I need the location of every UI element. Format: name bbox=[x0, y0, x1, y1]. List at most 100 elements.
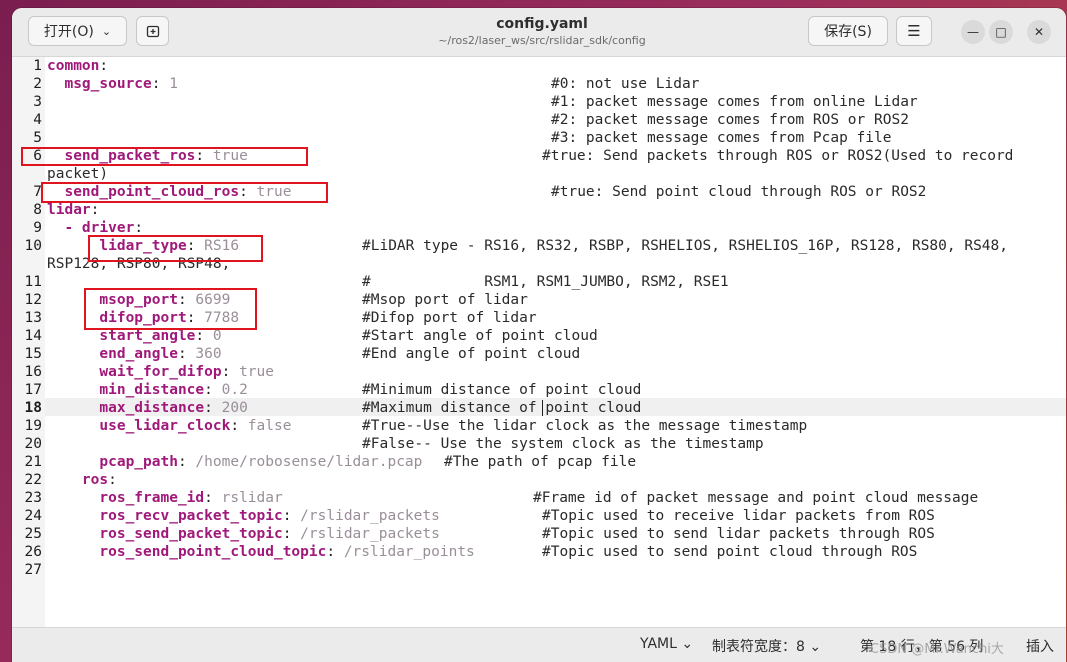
code-line[interactable]: 2 msg_source: 1 #0: not use Lidar bbox=[12, 75, 1066, 93]
yaml-comment: #False-- Use the system clock as the tim… bbox=[362, 436, 764, 452]
header-bar: 打开(O) ⌄ config.yaml ~/ros2/laser_ws/src/… bbox=[12, 8, 1066, 57]
minimize-icon: — bbox=[967, 25, 979, 39]
line-number: 25 bbox=[24, 526, 42, 542]
yaml-separator: : bbox=[99, 58, 109, 74]
highlight-box-ports bbox=[84, 288, 257, 330]
open-label: 打开(O) bbox=[43, 24, 94, 40]
code-line[interactable]: 17 min_distance: 0.2 #Minimum distance of… bbox=[12, 381, 1066, 399]
code-line[interactable]: 26 ros_send_point_cloud_topic: /rslidar_… bbox=[12, 543, 1066, 561]
status-bar: YAML ⌄ 制表符宽度：8 ⌄ 第 18 行，第 56 列 插入 CSDN @… bbox=[12, 627, 1066, 662]
yaml-comment: #Difop port of lidar bbox=[362, 310, 537, 326]
code-line[interactable]: 27 bbox=[12, 561, 1066, 579]
code-line-current[interactable]: 18 max_distance: 200 #Maximum distance of… bbox=[12, 399, 1066, 417]
line-number: 27 bbox=[24, 562, 42, 578]
code-line[interactable]: 19 use_lidar_clock: false #True--Use the … bbox=[12, 417, 1066, 435]
close-button[interactable]: ✕ bbox=[1027, 20, 1051, 44]
yaml-value: 1 bbox=[169, 76, 178, 92]
yaml-key: wait_for_difop bbox=[47, 364, 222, 380]
line-number: 11 bbox=[24, 274, 42, 290]
yaml-comment: #True--Use the lidar clock as the messag… bbox=[362, 418, 808, 434]
yaml-comment: #Start angle of point cloud bbox=[362, 328, 598, 344]
line-number: 9 bbox=[33, 220, 42, 236]
tab-width-selector[interactable]: 制表符宽度：8 ⌄ bbox=[712, 636, 821, 656]
maximize-button[interactable]: □ bbox=[989, 20, 1013, 44]
yaml-comment: #Topic used to send lidar packets throug… bbox=[542, 526, 935, 542]
highlight-box-lidar-type bbox=[88, 235, 263, 262]
code-line[interactable]: 5 #3: packet message comes from Pcap file bbox=[12, 129, 1066, 147]
watermark: CSDN @Mr.Wanchi大 bbox=[870, 642, 1004, 657]
yaml-comment: #Frame id of packet message and point cl… bbox=[533, 490, 979, 506]
yaml-comment: #0: not use Lidar bbox=[551, 76, 700, 92]
line-number: 15 bbox=[24, 346, 42, 362]
text-editor[interactable]: 1 common: 2 msg_source: 1 #0: not use Lida… bbox=[12, 57, 1066, 628]
code-line[interactable]: 16 wait_for_difop: true bbox=[12, 363, 1066, 381]
yaml-value: 0.2 bbox=[221, 382, 248, 398]
line-number: 19 bbox=[24, 418, 42, 434]
line-number: 4 bbox=[33, 112, 42, 128]
code-line[interactable]: 25 ros_send_packet_topic: /rslidar_packe… bbox=[12, 525, 1066, 543]
new-tab-button[interactable] bbox=[136, 16, 169, 46]
tab-width-label: 制表符宽度：8 bbox=[712, 639, 805, 655]
yaml-comment: #Maximum distance of point cloud bbox=[362, 400, 642, 416]
yaml-value: /rslidar_points bbox=[343, 544, 475, 560]
editor-window: 打开(O) ⌄ config.yaml ~/ros2/laser_ws/src/… bbox=[12, 8, 1066, 662]
yaml-key: lidar bbox=[47, 202, 91, 218]
code-line[interactable]: 22 ros: bbox=[12, 471, 1066, 489]
yaml-comment: #true: Send packets through ROS or ROS2(… bbox=[542, 148, 1014, 164]
line-number: 23 bbox=[24, 490, 42, 506]
yaml-separator: : bbox=[282, 526, 301, 542]
code-line[interactable]: 24 ros_recv_packet_topic: /rslidar_packe… bbox=[12, 507, 1066, 525]
yaml-value: 360 bbox=[195, 346, 222, 362]
yaml-separator: : bbox=[151, 76, 170, 92]
hamburger-menu-icon: ☰ bbox=[907, 22, 921, 40]
yaml-key: ros_send_point_cloud_topic bbox=[47, 544, 327, 560]
yaml-separator: : bbox=[177, 346, 196, 362]
yaml-separator: : bbox=[204, 490, 222, 506]
line-number: 18 bbox=[24, 400, 42, 416]
code-line-wrap[interactable]: packet) bbox=[12, 165, 1066, 183]
code-line[interactable]: 15 end_angle: 360 #End angle of point clo… bbox=[12, 345, 1066, 363]
code-line[interactable]: 1 common: bbox=[12, 57, 1066, 75]
code-line[interactable]: 3 #1: packet message comes from online Li… bbox=[12, 93, 1066, 111]
line-number: 10 bbox=[24, 238, 42, 254]
language-selector[interactable]: YAML ⌄ bbox=[640, 636, 693, 652]
line-number: 13 bbox=[24, 310, 42, 326]
yaml-key: ros bbox=[47, 472, 109, 488]
yaml-key: end_angle bbox=[47, 346, 178, 362]
yaml-key: ros_send_packet_topic bbox=[47, 526, 283, 542]
chevron-down-icon: ⌄ bbox=[101, 24, 112, 38]
code-line[interactable]: 20 #False-- Use the system clock as the t… bbox=[12, 435, 1066, 453]
language-label: YAML bbox=[640, 636, 677, 652]
line-number: 16 bbox=[24, 364, 42, 380]
yaml-key: ros_frame_id bbox=[47, 490, 205, 506]
yaml-value: /home/robosense/lidar.pcap bbox=[195, 454, 423, 470]
yaml-key: start_angle bbox=[47, 328, 196, 344]
line-number: 2 bbox=[33, 76, 42, 92]
line-number: 3 bbox=[33, 94, 42, 110]
open-button[interactable]: 打开(O) ⌄ bbox=[28, 16, 127, 46]
code-line[interactable]: 23 ros_frame_id: rslidar #Frame id of pac… bbox=[12, 489, 1066, 507]
line-number: 1 bbox=[33, 58, 42, 74]
code-line[interactable]: 4 #2: packet message comes from ROS or RO… bbox=[12, 111, 1066, 129]
line-number: 7 bbox=[33, 184, 42, 200]
line-number: 22 bbox=[24, 472, 42, 488]
document-title: config.yaml bbox=[496, 16, 588, 32]
yaml-comment: #Topic used to send point cloud through … bbox=[542, 544, 918, 560]
yaml-key: pcap_path bbox=[47, 454, 178, 470]
line-number: 24 bbox=[24, 508, 42, 524]
close-icon: ✕ bbox=[1033, 25, 1045, 39]
code-line[interactable]: 21 pcap_path: /home/robosense/lidar.pcap… bbox=[12, 453, 1066, 471]
yaml-separator: : bbox=[195, 328, 213, 344]
code-line[interactable]: 8 lidar: bbox=[12, 201, 1066, 219]
yaml-value: /rslidar_packets bbox=[300, 508, 440, 524]
yaml-key: msg_source bbox=[47, 76, 152, 92]
yaml-value: true bbox=[239, 364, 274, 380]
minimize-button[interactable]: — bbox=[961, 20, 985, 44]
highlight-box-send-point-cloud-ros bbox=[41, 182, 328, 203]
document-path: ~/ros2/laser_ws/src/rslidar_sdk/config bbox=[438, 34, 646, 47]
hamburger-menu-button[interactable]: ☰ bbox=[896, 16, 932, 46]
save-button[interactable]: 保存(S) bbox=[808, 16, 888, 46]
yaml-separator: : bbox=[204, 382, 222, 398]
yaml-value: false bbox=[247, 418, 292, 434]
yaml-separator: : bbox=[108, 472, 117, 488]
